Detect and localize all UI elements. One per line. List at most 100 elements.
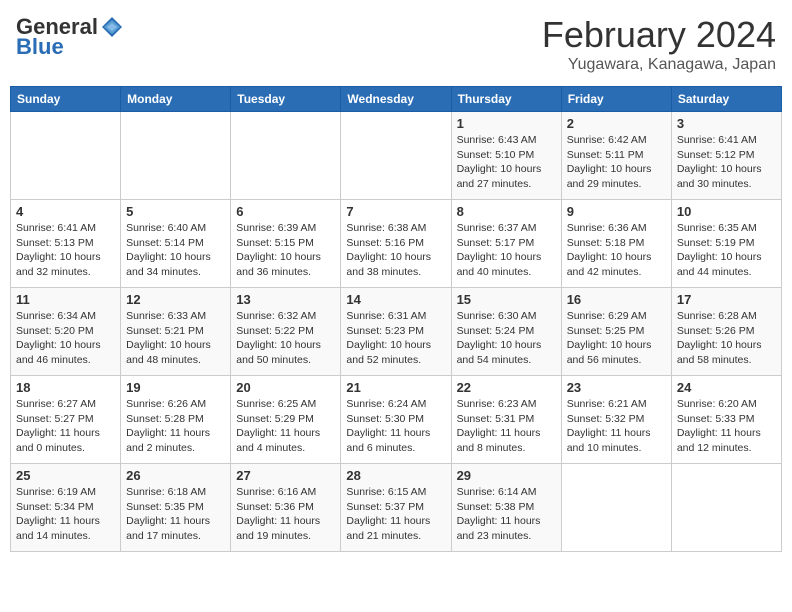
day-number: 27 xyxy=(236,468,335,483)
day-number: 5 xyxy=(126,204,225,219)
calendar-week-row: 4 Sunrise: 6:41 AM Sunset: 5:13 PM Daylig… xyxy=(11,200,782,288)
day-info: Sunrise: 6:25 AM Sunset: 5:29 PM Dayligh… xyxy=(236,397,335,456)
calendar-cell: 3 Sunrise: 6:41 AM Sunset: 5:12 PM Daylig… xyxy=(671,112,781,200)
calendar-cell: 25 Sunrise: 6:19 AM Sunset: 5:34 PM Dayli… xyxy=(11,464,121,552)
day-info: Sunrise: 6:28 AM Sunset: 5:26 PM Dayligh… xyxy=(677,309,776,368)
day-info: Sunrise: 6:29 AM Sunset: 5:25 PM Dayligh… xyxy=(567,309,666,368)
day-info: Sunrise: 6:31 AM Sunset: 5:23 PM Dayligh… xyxy=(346,309,445,368)
calendar-cell: 13Sunrise: 6:32 AM Sunset: 5:22 PM Dayli… xyxy=(231,288,341,376)
weekday-header-wednesday: Wednesday xyxy=(341,87,451,112)
day-number: 11 xyxy=(16,292,115,307)
calendar-cell: 29 Sunrise: 6:14 AM Sunset: 5:38 PM Dayli… xyxy=(451,464,561,552)
calendar-cell: 17 Sunrise: 6:28 AM Sunset: 5:26 PM Dayli… xyxy=(671,288,781,376)
calendar-cell: 15Sunrise: 6:30 AM Sunset: 5:24 PM Dayli… xyxy=(451,288,561,376)
page-title: February 2024 xyxy=(542,14,776,56)
calendar-cell xyxy=(121,112,231,200)
day-info: Sunrise: 6:14 AM Sunset: 5:38 PM Dayligh… xyxy=(457,485,556,544)
day-number: 24 xyxy=(677,380,776,395)
day-number: 13 xyxy=(236,292,335,307)
day-number: 12 xyxy=(126,292,225,307)
weekday-header-friday: Friday xyxy=(561,87,671,112)
day-info: Sunrise: 6:20 AM Sunset: 5:33 PM Dayligh… xyxy=(677,397,776,456)
day-number: 29 xyxy=(457,468,556,483)
calendar-cell: 22 Sunrise: 6:23 AM Sunset: 5:31 PM Dayli… xyxy=(451,376,561,464)
day-info: Sunrise: 6:38 AM Sunset: 5:16 PM Dayligh… xyxy=(346,221,445,280)
calendar-cell: 24 Sunrise: 6:20 AM Sunset: 5:33 PM Dayli… xyxy=(671,376,781,464)
day-info: Sunrise: 6:15 AM Sunset: 5:37 PM Dayligh… xyxy=(346,485,445,544)
calendar-week-row: 11 Sunrise: 6:34 AM Sunset: 5:20 PM Dayli… xyxy=(11,288,782,376)
calendar-cell: 9 Sunrise: 6:36 AM Sunset: 5:18 PM Daylig… xyxy=(561,200,671,288)
calendar-cell: 23 Sunrise: 6:21 AM Sunset: 5:32 PM Dayli… xyxy=(561,376,671,464)
day-info: Sunrise: 6:36 AM Sunset: 5:18 PM Dayligh… xyxy=(567,221,666,280)
day-number: 19 xyxy=(126,380,225,395)
day-number: 20 xyxy=(236,380,335,395)
weekday-header-saturday: Saturday xyxy=(671,87,781,112)
weekday-header-tuesday: Tuesday xyxy=(231,87,341,112)
calendar-cell xyxy=(11,112,121,200)
day-info: Sunrise: 6:16 AM Sunset: 5:36 PM Dayligh… xyxy=(236,485,335,544)
calendar-week-row: 18Sunrise: 6:27 AM Sunset: 5:27 PM Dayli… xyxy=(11,376,782,464)
day-number: 14 xyxy=(346,292,445,307)
calendar-header: SundayMondayTuesdayWednesdayThursdayFrid… xyxy=(11,87,782,112)
title-block: February 2024 Yugawara, Kanagawa, Japan xyxy=(542,14,776,74)
calendar-cell xyxy=(231,112,341,200)
day-number: 17 xyxy=(677,292,776,307)
calendar-cell: 19 Sunrise: 6:26 AM Sunset: 5:28 PM Dayli… xyxy=(121,376,231,464)
day-info: Sunrise: 6:26 AM Sunset: 5:28 PM Dayligh… xyxy=(126,397,225,456)
day-info: Sunrise: 6:23 AM Sunset: 5:31 PM Dayligh… xyxy=(457,397,556,456)
page-subtitle: Yugawara, Kanagawa, Japan xyxy=(542,56,776,74)
day-number: 4 xyxy=(16,204,115,219)
day-number: 18 xyxy=(16,380,115,395)
logo: General Blue xyxy=(16,14,124,60)
calendar-cell: 28Sunrise: 6:15 AM Sunset: 5:37 PM Dayli… xyxy=(341,464,451,552)
day-number: 1 xyxy=(457,116,556,131)
calendar-cell: 14 Sunrise: 6:31 AM Sunset: 5:23 PM Dayli… xyxy=(341,288,451,376)
day-info: Sunrise: 6:42 AM Sunset: 5:11 PM Dayligh… xyxy=(567,133,666,192)
calendar-table: SundayMondayTuesdayWednesdayThursdayFrid… xyxy=(10,86,782,552)
day-info: Sunrise: 6:40 AM Sunset: 5:14 PM Dayligh… xyxy=(126,221,225,280)
day-number: 8 xyxy=(457,204,556,219)
day-info: Sunrise: 6:24 AM Sunset: 5:30 PM Dayligh… xyxy=(346,397,445,456)
calendar-cell: 26 Sunrise: 6:18 AM Sunset: 5:35 PM Dayli… xyxy=(121,464,231,552)
day-info: Sunrise: 6:43 AM Sunset: 5:10 PM Dayligh… xyxy=(457,133,556,192)
day-info: Sunrise: 6:41 AM Sunset: 5:13 PM Dayligh… xyxy=(16,221,115,280)
day-info: Sunrise: 6:18 AM Sunset: 5:35 PM Dayligh… xyxy=(126,485,225,544)
day-number: 22 xyxy=(457,380,556,395)
weekday-header-sunday: Sunday xyxy=(11,87,121,112)
day-number: 10 xyxy=(677,204,776,219)
calendar-cell xyxy=(561,464,671,552)
calendar-cell: 21 Sunrise: 6:24 AM Sunset: 5:30 PM Dayli… xyxy=(341,376,451,464)
day-info: Sunrise: 6:33 AM Sunset: 5:21 PM Dayligh… xyxy=(126,309,225,368)
calendar-cell: 5 Sunrise: 6:40 AM Sunset: 5:14 PM Daylig… xyxy=(121,200,231,288)
day-info: Sunrise: 6:35 AM Sunset: 5:19 PM Dayligh… xyxy=(677,221,776,280)
calendar-cell xyxy=(671,464,781,552)
calendar-week-row: 25 Sunrise: 6:19 AM Sunset: 5:34 PM Dayli… xyxy=(11,464,782,552)
day-info: Sunrise: 6:41 AM Sunset: 5:12 PM Dayligh… xyxy=(677,133,776,192)
calendar-cell: 10 Sunrise: 6:35 AM Sunset: 5:19 PM Dayli… xyxy=(671,200,781,288)
calendar-cell: 8Sunrise: 6:37 AM Sunset: 5:17 PM Daylig… xyxy=(451,200,561,288)
calendar-cell: 27 Sunrise: 6:16 AM Sunset: 5:36 PM Dayli… xyxy=(231,464,341,552)
calendar-week-row: 1 Sunrise: 6:43 AM Sunset: 5:10 PM Daylig… xyxy=(11,112,782,200)
day-number: 25 xyxy=(16,468,115,483)
calendar-cell: 18Sunrise: 6:27 AM Sunset: 5:27 PM Dayli… xyxy=(11,376,121,464)
calendar-cell: 12 Sunrise: 6:33 AM Sunset: 5:21 PM Dayli… xyxy=(121,288,231,376)
day-number: 26 xyxy=(126,468,225,483)
day-number: 9 xyxy=(567,204,666,219)
day-number: 3 xyxy=(677,116,776,131)
day-number: 21 xyxy=(346,380,445,395)
day-info: Sunrise: 6:19 AM Sunset: 5:34 PM Dayligh… xyxy=(16,485,115,544)
logo-blue: Blue xyxy=(16,34,64,60)
calendar-cell: 4 Sunrise: 6:41 AM Sunset: 5:13 PM Daylig… xyxy=(11,200,121,288)
day-number: 23 xyxy=(567,380,666,395)
calendar-cell: 7Sunrise: 6:38 AM Sunset: 5:16 PM Daylig… xyxy=(341,200,451,288)
weekday-header-row: SundayMondayTuesdayWednesdayThursdayFrid… xyxy=(11,87,782,112)
calendar-cell: 1 Sunrise: 6:43 AM Sunset: 5:10 PM Daylig… xyxy=(451,112,561,200)
calendar-body: 1 Sunrise: 6:43 AM Sunset: 5:10 PM Daylig… xyxy=(11,112,782,552)
calendar-cell: 2 Sunrise: 6:42 AM Sunset: 5:11 PM Daylig… xyxy=(561,112,671,200)
day-info: Sunrise: 6:21 AM Sunset: 5:32 PM Dayligh… xyxy=(567,397,666,456)
calendar-cell xyxy=(341,112,451,200)
day-number: 2 xyxy=(567,116,666,131)
day-info: Sunrise: 6:34 AM Sunset: 5:20 PM Dayligh… xyxy=(16,309,115,368)
day-number: 16 xyxy=(567,292,666,307)
day-info: Sunrise: 6:39 AM Sunset: 5:15 PM Dayligh… xyxy=(236,221,335,280)
